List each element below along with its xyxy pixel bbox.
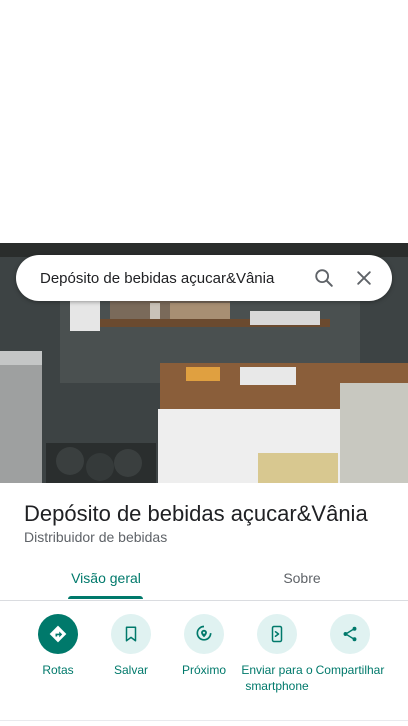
directions-circle[interactable]: [38, 614, 78, 654]
search-bar[interactable]: Depósito de bebidas açucar&Vânia: [16, 255, 392, 301]
directions-label: Rotas: [42, 663, 74, 677]
place-category[interactable]: Distribuidor de bebidas: [24, 529, 167, 545]
save-circle[interactable]: [111, 614, 151, 654]
share-button[interactable]: Compartilhar: [312, 614, 388, 678]
tab-about[interactable]: Sobre: [230, 556, 374, 600]
send-to-phone-circle[interactable]: [257, 614, 297, 654]
share-label: Compartilhar: [315, 663, 385, 677]
save-label: Salvar: [113, 663, 148, 677]
save-button[interactable]: Salvar: [93, 614, 169, 678]
search-input[interactable]: Depósito de bebidas açucar&Vânia: [16, 270, 304, 287]
action-bar: Rotas Salvar Próximo Enviar para o smart…: [0, 614, 408, 714]
search-button[interactable]: [304, 258, 344, 298]
directions-icon: [49, 625, 67, 643]
send-to-phone-label: Enviar para o smartphone: [241, 663, 313, 693]
send-to-phone-icon: [271, 625, 283, 643]
bookmark-icon: [125, 626, 137, 642]
tab-bar: Visão geral Sobre: [0, 556, 408, 601]
send-to-phone-button[interactable]: Enviar para o smartphone: [239, 614, 315, 694]
nearby-icon: [196, 625, 212, 641]
active-tab-indicator: [68, 596, 143, 599]
nearby-button[interactable]: Próximo: [166, 614, 242, 678]
tab-overview[interactable]: Visão geral: [34, 556, 178, 600]
place-title: Depósito de bebidas açucar&Vânia: [24, 501, 368, 526]
share-circle[interactable]: [330, 614, 370, 654]
search-icon: [315, 269, 333, 287]
close-button[interactable]: [344, 258, 384, 298]
divider: [0, 720, 408, 721]
nearby-label: Próximo: [181, 663, 226, 677]
nearby-circle[interactable]: [184, 614, 224, 654]
close-icon: [357, 271, 371, 285]
share-icon: [343, 626, 357, 642]
directions-button[interactable]: Rotas: [20, 614, 96, 678]
